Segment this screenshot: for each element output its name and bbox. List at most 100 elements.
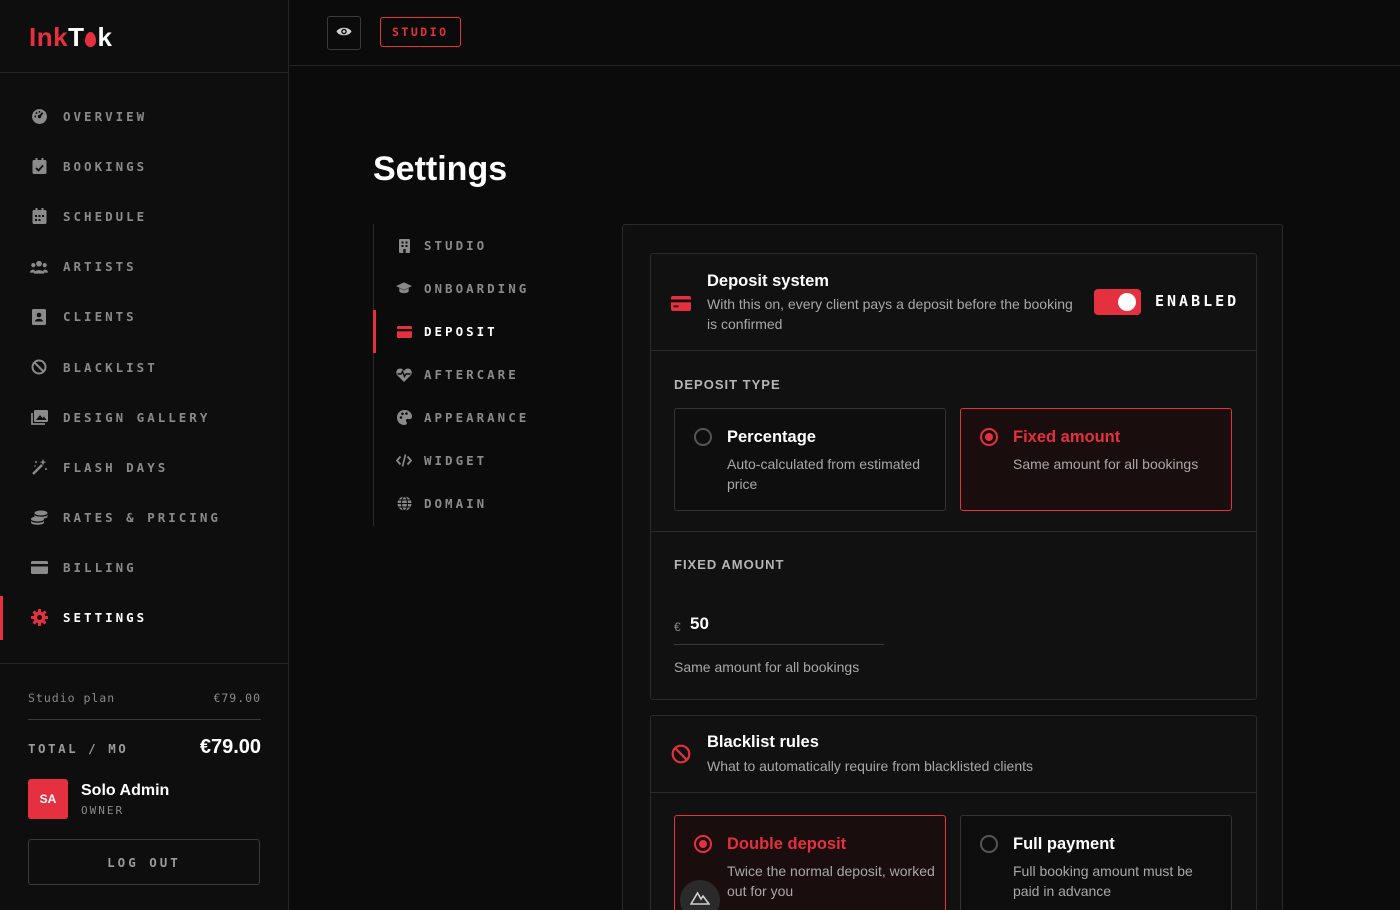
fixed-amount-help: Same amount for all bookings xyxy=(674,659,860,675)
tab-label: ONBOARDING xyxy=(424,281,530,296)
total-value: €79.00 xyxy=(199,736,261,758)
sidebar-item-label: BLACKLIST xyxy=(63,359,158,375)
logout-button[interactable]: LOG OUT xyxy=(28,839,260,885)
sidebar: InkT k OVERVIEW BOOKINGS SCHEDULE ARTISTS xyxy=(0,0,289,910)
sidebar-item-overview[interactable]: OVERVIEW xyxy=(0,91,289,141)
tab-appearance[interactable]: APPEARANCE xyxy=(374,396,573,439)
eye-icon xyxy=(336,24,352,42)
tab-widget[interactable]: WIDGET xyxy=(374,439,573,482)
sidebar-item-label: SETTINGS xyxy=(63,610,148,626)
ink-drop-icon xyxy=(85,32,97,47)
globe-icon xyxy=(396,496,412,512)
toggle-label: ENABLED xyxy=(1155,292,1240,310)
radio-button[interactable] xyxy=(980,835,998,853)
gallery-icon xyxy=(30,408,48,426)
magic-wand-icon xyxy=(30,458,48,476)
blacklist-rules-card: Blacklist rules What to automatically re… xyxy=(650,715,1257,910)
credit-card-icon xyxy=(671,296,691,316)
brand-logo[interactable]: InkT k xyxy=(0,0,288,73)
tab-domain[interactable]: DOMAIN xyxy=(374,482,573,525)
heart-pulse-icon xyxy=(396,367,412,383)
tab-label: APPEARANCE xyxy=(424,410,530,425)
plan-row: Studio plan €79.00 xyxy=(28,691,261,720)
tab-deposit[interactable]: DEPOSIT xyxy=(373,310,573,353)
option-description: Twice the normal deposit, worked out for… xyxy=(727,863,935,899)
deposit-system-description: With this on, every client pays a deposi… xyxy=(707,296,1073,332)
tab-label: DEPOSIT xyxy=(424,324,498,339)
tab-onboarding[interactable]: ONBOARDING xyxy=(374,267,573,310)
sidebar-item-schedule[interactable]: SCHEDULE xyxy=(0,191,289,241)
fixed-amount-label: FIXED AMOUNT xyxy=(674,557,785,572)
avatar: SA xyxy=(28,779,68,819)
sidebar-item-blacklist[interactable]: BLACKLIST xyxy=(0,342,289,392)
sidebar-item-rates-pricing[interactable]: RATES & PRICING xyxy=(0,493,289,543)
divider xyxy=(651,531,1256,532)
deposit-type-fixed-option[interactable]: Fixed amount Same amount for all booking… xyxy=(960,408,1232,511)
sidebar-nav: OVERVIEW BOOKINGS SCHEDULE ARTISTS CLIEN… xyxy=(0,91,289,643)
tab-label: AFTERCARE xyxy=(424,367,519,382)
sidebar-item-flash-days[interactable]: FLASH DAYS xyxy=(0,442,289,492)
sidebar-item-label: OVERVIEW xyxy=(63,108,148,124)
topbar: STUDIO xyxy=(289,0,1400,66)
studio-badge: STUDIO xyxy=(380,17,461,47)
option-title: Full payment xyxy=(1013,835,1115,853)
credit-card-icon xyxy=(30,559,48,577)
block-icon xyxy=(671,744,691,769)
contact-book-icon xyxy=(30,308,48,326)
sidebar-item-label: CLIENTS xyxy=(63,309,137,325)
code-icon xyxy=(396,453,412,469)
currency-symbol: € xyxy=(674,620,681,634)
option-title: Percentage xyxy=(727,428,816,446)
user-role: OWNER xyxy=(81,803,125,817)
user-profile[interactable]: SA Solo Admin OWNER xyxy=(28,779,261,819)
blacklist-rules-description: What to automatically require from black… xyxy=(707,758,1034,774)
sidebar-item-artists[interactable]: ARTISTS xyxy=(0,242,289,292)
tab-label: STUDIO xyxy=(424,238,488,253)
sidebar-item-clients[interactable]: CLIENTS xyxy=(0,292,289,342)
coins-icon xyxy=(30,509,48,527)
option-description: Full booking amount must be paid in adva… xyxy=(1013,863,1193,899)
tab-aftercare[interactable]: AFTERCARE xyxy=(374,353,573,396)
deposit-enabled-toggle[interactable] xyxy=(1094,289,1141,315)
block-icon xyxy=(30,358,48,376)
deposit-type-percentage-option[interactable]: Percentage Auto-calculated from estimate… xyxy=(674,408,946,511)
deposit-system-card: Deposit system With this on, every clien… xyxy=(650,253,1257,700)
tab-label: DOMAIN xyxy=(424,496,488,511)
option-title: Fixed amount xyxy=(1013,428,1121,446)
sidebar-item-design-gallery[interactable]: DESIGN GALLERY xyxy=(0,392,289,442)
plan-label: Studio plan xyxy=(28,691,116,705)
graduation-cap-icon xyxy=(396,281,412,297)
sidebar-item-label: SCHEDULE xyxy=(63,208,148,224)
sidebar-item-settings[interactable]: SETTINGS xyxy=(0,593,289,643)
calendar-icon xyxy=(30,207,48,225)
option-title: Double deposit xyxy=(727,835,847,853)
radio-button[interactable] xyxy=(980,428,998,446)
option-description: Same amount for all bookings xyxy=(1013,456,1199,472)
plan-price: €79.00 xyxy=(213,691,261,705)
blacklist-rules-title: Blacklist rules xyxy=(707,733,819,751)
sidebar-item-label: FLASH DAYS xyxy=(63,459,169,475)
user-name: Solo Admin xyxy=(81,781,170,799)
deposit-settings-panel: Deposit system With this on, every clien… xyxy=(622,224,1283,910)
deposit-type-label: DEPOSIT TYPE xyxy=(674,377,781,392)
preview-button[interactable] xyxy=(327,16,361,50)
credit-card-icon xyxy=(396,324,412,340)
sidebar-item-billing[interactable]: BILLING xyxy=(0,543,289,593)
tab-studio[interactable]: STUDIO xyxy=(374,224,573,267)
people-icon xyxy=(30,258,48,276)
toggle-knob xyxy=(1118,293,1136,311)
radio-button[interactable] xyxy=(694,835,712,853)
fixed-amount-input[interactable]: € 50 xyxy=(674,610,884,645)
sidebar-item-label: BOOKINGS xyxy=(63,158,148,174)
total-label: TOTAL / MO xyxy=(28,741,129,756)
deposit-system-header: Deposit system With this on, every clien… xyxy=(651,254,1256,351)
radio-button[interactable] xyxy=(694,428,712,446)
blacklist-rules-header: Blacklist rules What to automatically re… xyxy=(651,716,1256,793)
sidebar-item-label: DESIGN GALLERY xyxy=(63,409,211,425)
deposit-system-title: Deposit system xyxy=(707,272,829,290)
sidebar-item-bookings[interactable]: BOOKINGS xyxy=(0,141,289,191)
blacklist-full-payment-option[interactable]: Full payment Full booking amount must be… xyxy=(960,815,1232,910)
mountain-logo-icon xyxy=(689,890,711,910)
calendar-check-icon xyxy=(30,157,48,175)
dashboard-icon xyxy=(30,107,48,125)
